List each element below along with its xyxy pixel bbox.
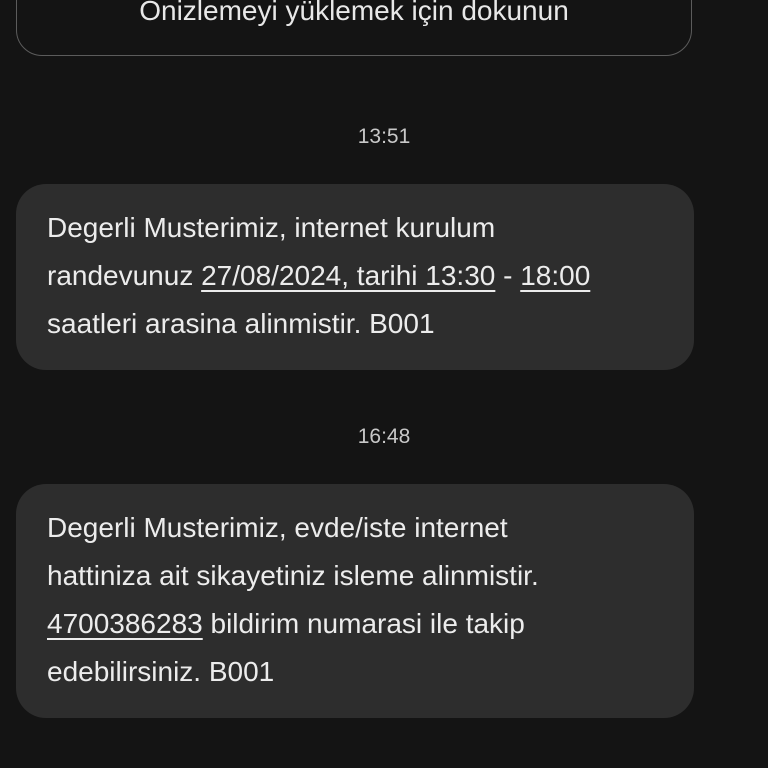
message-bubble[interactable]: Degerli Musterimiz, internet kurulum ran… (16, 184, 694, 370)
message-line: randevunuz 27/08/2024, tarihi 13:30 - 18… (47, 252, 670, 300)
link-preview-card[interactable]: Önizlemeyi yüklemek için dokunun (16, 0, 692, 56)
message-text: randevunuz (47, 260, 202, 291)
message-thread: Önizlemeyi yüklemek için dokunun 13:51 D… (0, 0, 768, 768)
message-line: edebilirsiniz. B001 (47, 656, 275, 687)
preview-tap-text[interactable]: Önizlemeyi yüklemek için dokunun (17, 0, 691, 29)
date-time-link[interactable]: 27/08/2024, tarihi 13:30 (201, 260, 495, 291)
message-line: 4700386283 bildirim numarasi ile takip (47, 600, 670, 648)
message-text: bildirim numarasi ile takip (202, 608, 525, 639)
message-text: - (495, 260, 521, 291)
message-line: Degerli Musterimiz, evde/iste internet (47, 512, 508, 543)
message-timestamp: 16:48 (357, 425, 411, 448)
message-line: Degerli Musterimiz, internet kurulum (47, 212, 496, 243)
time-link[interactable]: 18:00 (520, 260, 590, 291)
message-bubble[interactable]: Degerli Musterimiz, evde/iste internet h… (16, 484, 694, 718)
message-timestamp: 13:51 (357, 125, 411, 148)
message-line: hattiniza ait sikayetiniz isleme alinmis… (47, 560, 539, 591)
message-line: saatleri arasina alinmistir. B001 (47, 308, 435, 339)
phone-number-link[interactable]: 4700386283 (47, 608, 203, 639)
